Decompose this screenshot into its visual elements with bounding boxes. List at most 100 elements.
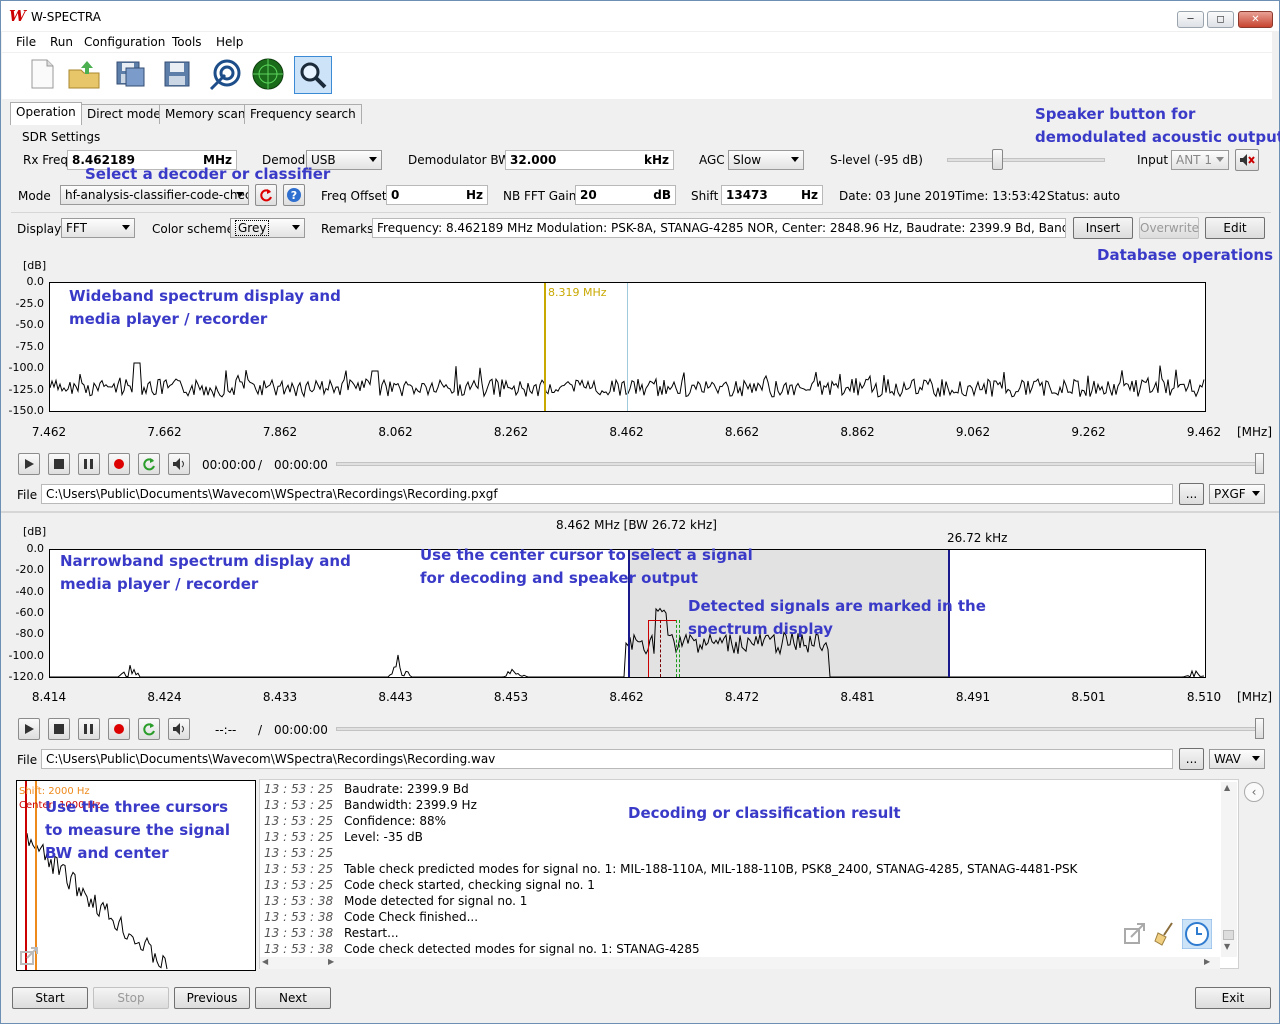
signal-target-button[interactable] [208, 56, 244, 92]
result-horizontal-scrollbar[interactable]: ◀ ▶ ▶ [260, 957, 1220, 969]
collapse-panel-button[interactable]: ‹ [1244, 782, 1264, 802]
clock-icon[interactable] [1182, 919, 1212, 949]
insert-button[interactable]: Insert [1073, 217, 1133, 239]
remarks-input[interactable]: Frequency: 8.462189 MHz Modulation: PSK-… [372, 218, 1066, 238]
freq-offset-input[interactable]: 0 Hz [386, 185, 488, 205]
loop-button[interactable] [138, 453, 160, 475]
result-message: Confidence: 88% [344, 814, 446, 828]
narrowband-y-tick-label: -100.0 [8, 648, 44, 662]
play-button[interactable] [18, 718, 40, 740]
open-folder-icon [68, 61, 100, 89]
stop-button[interactable]: Stop [93, 987, 169, 1009]
tab-memory-scan[interactable]: Memory scan [159, 104, 252, 124]
center-cursor-annotation: Use the center cursor to select a signal… [420, 544, 753, 590]
record-button[interactable] [108, 453, 130, 475]
stop-button[interactable] [48, 453, 70, 475]
player2-browse-button[interactable]: ... [1179, 748, 1204, 770]
cursors-annotation: Use the three cursors to measure the sign… [45, 796, 230, 865]
pause-button[interactable] [78, 718, 100, 740]
display-select[interactable]: FFT [61, 218, 135, 238]
exit-button[interactable]: Exit [1195, 987, 1271, 1009]
input-select[interactable]: ANT 1 [1171, 150, 1229, 170]
clear-broom-icon[interactable] [1152, 921, 1178, 947]
save-as-button[interactable] [112, 56, 148, 92]
player2-seek-thumb[interactable] [1255, 718, 1264, 739]
s-level-slider[interactable] [947, 158, 1105, 162]
wideband-y-tick-label: -50.0 [15, 318, 44, 331]
save-button[interactable] [158, 56, 194, 92]
speaker-mute-button[interactable] [1235, 149, 1259, 171]
detected-annotation-line: spectrum display [688, 620, 833, 638]
scroll-up-icon[interactable]: ▲ [1224, 783, 1230, 792]
start-button[interactable]: Start [12, 987, 88, 1009]
color-scheme-select[interactable]: Grey [230, 218, 305, 238]
player2-seek-slider[interactable] [336, 727, 1261, 731]
menu-help[interactable]: Help [216, 35, 243, 49]
scroll-thumb[interactable] [1223, 930, 1234, 940]
narrowband-trace-path [50, 607, 1205, 677]
player2-format-select[interactable]: WAV [1209, 749, 1265, 769]
record-button[interactable] [108, 718, 130, 740]
player1-browse-button[interactable]: ... [1179, 483, 1204, 505]
maximize-button[interactable]: ◻ [1207, 11, 1234, 28]
wideband-x-tick-label: 9.262 [1071, 425, 1106, 439]
mode-select[interactable]: hf-analysis-classifier-code-chec [60, 185, 249, 205]
stop-button[interactable] [48, 718, 70, 740]
tab-frequency-search[interactable]: Frequency search [244, 104, 362, 124]
pause-button[interactable] [78, 453, 100, 475]
volume-button[interactable] [168, 453, 190, 475]
search-button[interactable] [294, 56, 332, 94]
player1-seek-thumb[interactable] [1255, 453, 1264, 474]
splitter[interactable] [1, 511, 1279, 513]
open-button[interactable] [66, 56, 102, 92]
wideband-center-cursor[interactable] [627, 283, 628, 411]
scroll-right-icon[interactable]: ▶ [328, 957, 334, 966]
remarks-label: Remarks [321, 222, 374, 236]
menu-tools[interactable]: Tools [172, 35, 202, 49]
result-vertical-scrollbar[interactable]: ▲ ▼ [1221, 782, 1237, 957]
next-button[interactable]: Next [255, 987, 331, 1009]
scroll-left-icon[interactable]: ◀ [262, 957, 268, 966]
tab-operation[interactable]: Operation [10, 102, 82, 125]
shift-input[interactable]: 13473 Hz [721, 185, 823, 205]
export-icon[interactable] [1122, 921, 1148, 947]
previous-button[interactable]: Previous [174, 987, 250, 1009]
demod-bw-input[interactable]: 32.000 kHz [505, 150, 674, 170]
record-icon [114, 459, 124, 469]
menu-file[interactable]: File [16, 35, 36, 49]
minimize-button[interactable]: ─ [1177, 11, 1204, 28]
play-button[interactable] [18, 453, 40, 475]
player1-format-select[interactable]: PXGF [1209, 484, 1265, 504]
player1-seek-slider[interactable] [336, 462, 1261, 466]
center-cursor[interactable] [660, 620, 661, 677]
new-button[interactable] [24, 56, 60, 92]
wideband-annotation-line: media player / recorder [69, 310, 268, 328]
edit-button[interactable]: Edit [1205, 217, 1265, 239]
nb-fft-gain-input[interactable]: 20 dB [575, 185, 676, 205]
s-level-slider-thumb[interactable] [992, 149, 1003, 170]
wideband-x-tick-label: 7.862 [262, 425, 298, 439]
agc-select[interactable]: Slow [728, 150, 804, 170]
wideband-marker-cursor[interactable] [544, 283, 546, 411]
player1-file-input[interactable]: C:\Users\Public\Documents\Wavecom\WSpect… [41, 484, 1173, 504]
pause-icon [84, 459, 93, 469]
volume-button[interactable] [168, 718, 190, 740]
narrowband-y-tick-label: -20.0 [15, 563, 44, 577]
external-link-icon[interactable] [19, 946, 41, 966]
scroll-right-icon[interactable]: ▶ [1204, 957, 1210, 966]
menu-run[interactable]: Run [50, 35, 73, 49]
speaker-icon [173, 458, 184, 470]
scroll-down-icon[interactable]: ▼ [1224, 942, 1230, 951]
radar-button[interactable] [250, 56, 286, 92]
refresh-mode-button[interactable] [255, 184, 277, 206]
demod-bw-unit: kHz [643, 153, 669, 167]
player2-file-input[interactable]: C:\Users\Public\Documents\Wavecom\WSpect… [41, 749, 1173, 769]
signal-top-marker [648, 620, 676, 621]
menu-configuration[interactable]: Configuration [84, 35, 165, 49]
loop-button[interactable] [138, 718, 160, 740]
narrowband-annotation-line: Narrowband spectrum display and [60, 552, 351, 570]
help-mode-button[interactable]: ? [283, 184, 305, 206]
overwrite-button[interactable]: Overwrite [1139, 217, 1199, 239]
tab-direct-mode[interactable]: Direct mode [81, 104, 167, 124]
close-button[interactable]: ✕ [1238, 11, 1273, 28]
